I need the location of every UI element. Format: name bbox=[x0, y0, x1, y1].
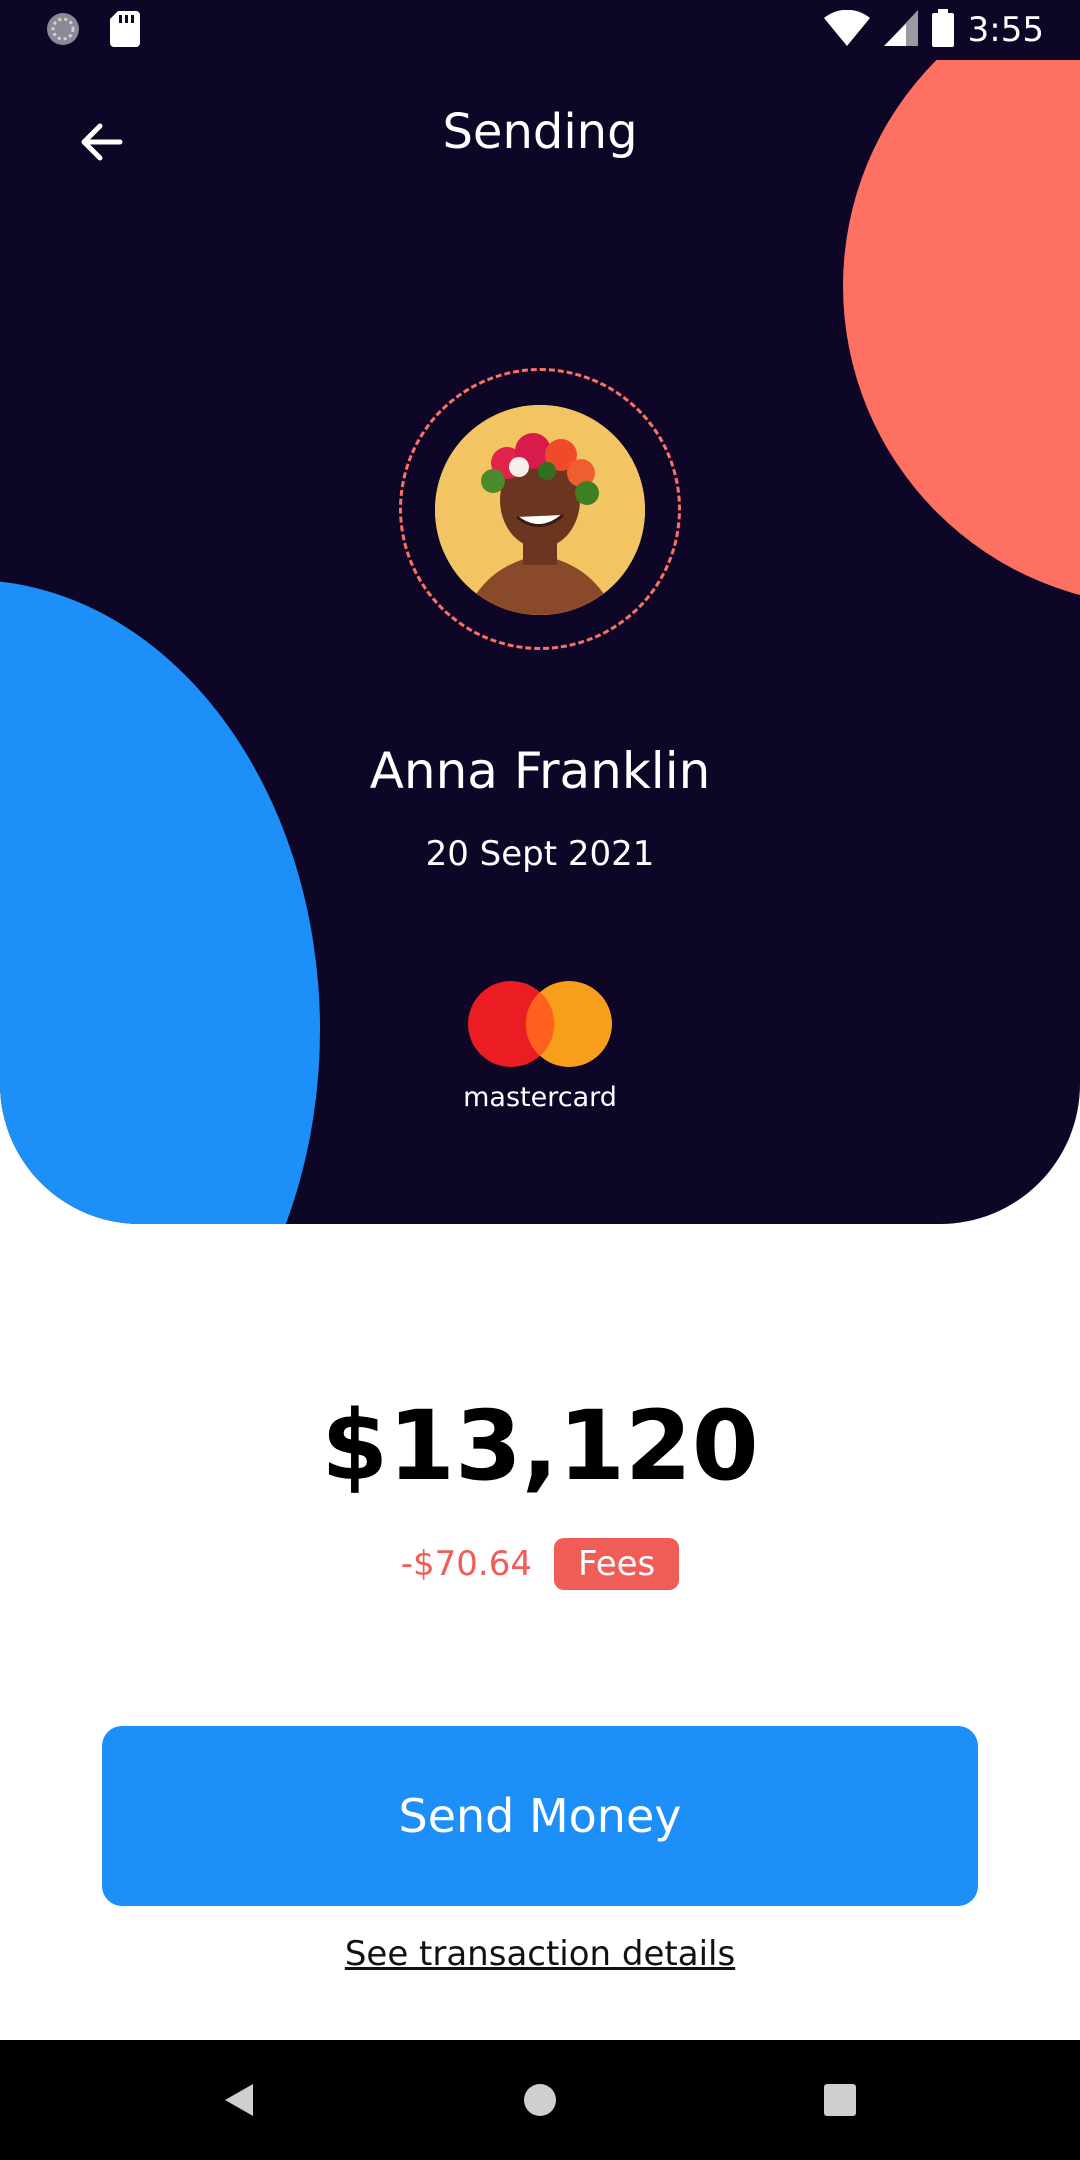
send-money-button[interactable]: Send Money bbox=[102, 1726, 978, 1906]
sd-card-icon bbox=[110, 11, 140, 51]
decorative-blue-circle bbox=[0, 580, 320, 1224]
mastercard-logo-icon bbox=[468, 981, 612, 1067]
system-navigation-bar bbox=[0, 2040, 1080, 2160]
nav-recents-icon bbox=[824, 2084, 856, 2116]
page-title: Sending bbox=[442, 104, 638, 160]
fees-row: -$70.64 Fees bbox=[0, 1538, 1080, 1590]
card-brand-label: mastercard bbox=[463, 1082, 617, 1113]
transfer-amount: $13,120 bbox=[321, 1390, 759, 1502]
nav-home-icon bbox=[524, 2084, 556, 2116]
status-time: 3:55 bbox=[967, 10, 1044, 50]
fees-badge: Fees bbox=[554, 1538, 680, 1590]
top-app-bar: Sending bbox=[0, 60, 1080, 210]
sync-icon bbox=[44, 10, 82, 52]
nav-back-icon bbox=[225, 2084, 253, 2116]
signal-icon bbox=[883, 10, 918, 50]
wifi-icon bbox=[823, 9, 870, 50]
transaction-details-link[interactable]: See transaction details bbox=[0, 1934, 1080, 1974]
nav-home-button[interactable] bbox=[510, 2070, 570, 2130]
nav-back-button[interactable] bbox=[210, 2070, 270, 2130]
nav-recents-button[interactable] bbox=[810, 2070, 870, 2130]
recipient-name: Anna Franklin bbox=[369, 742, 711, 800]
status-bar: 3:55 bbox=[0, 0, 1080, 60]
battery-icon bbox=[931, 9, 954, 51]
transaction-date: 20 Sept 2021 bbox=[425, 834, 655, 874]
fee-amount: -$70.64 bbox=[400, 1544, 532, 1584]
avatar bbox=[435, 405, 645, 615]
